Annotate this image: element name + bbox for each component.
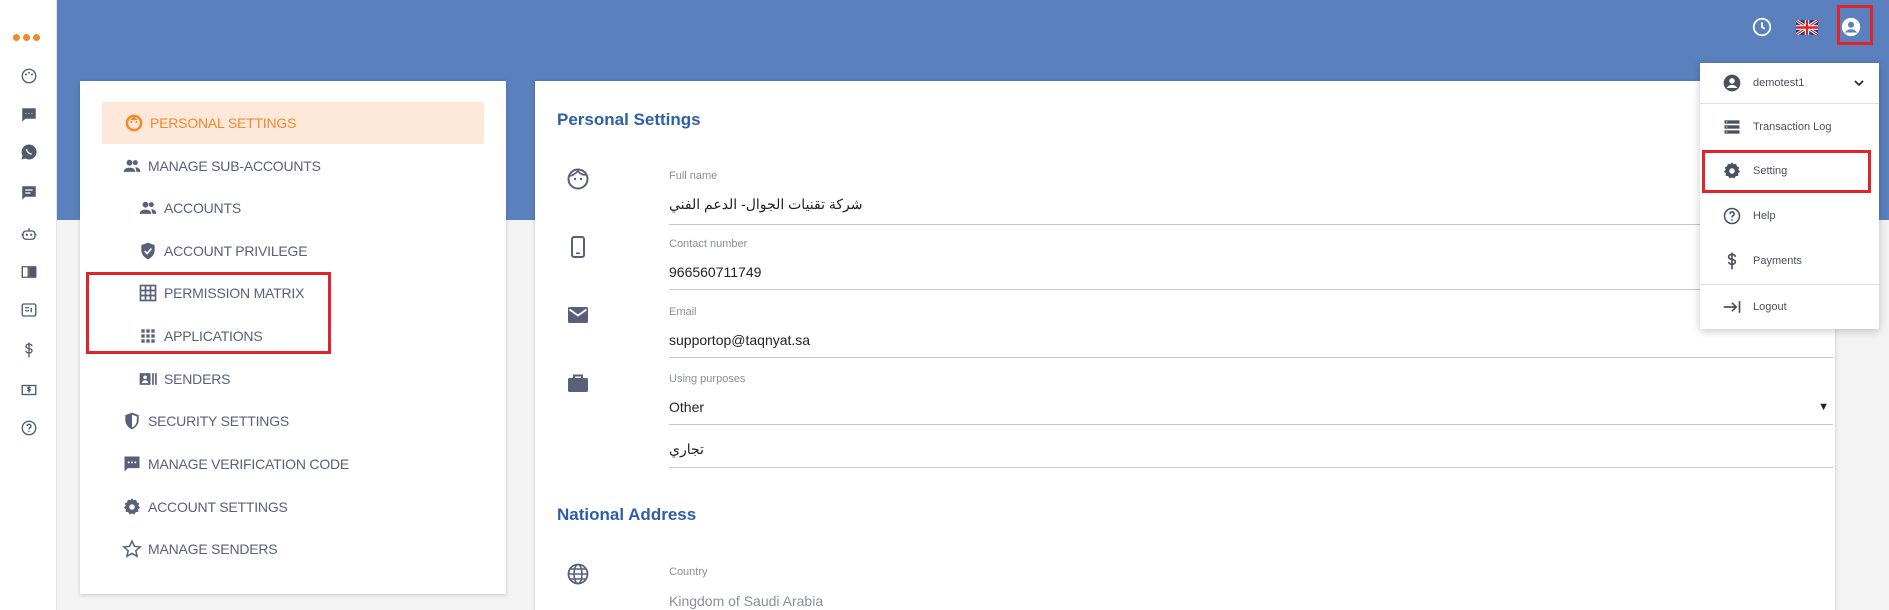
bot-icon[interactable] (19, 224, 39, 244)
face-icon (125, 114, 143, 132)
menu-manage-sub-accounts[interactable]: MANAGE SUB-ACCOUNTS (122, 145, 321, 187)
book-icon[interactable] (19, 262, 39, 282)
apps-icon (141, 329, 155, 343)
dropdown-transaction-log[interactable]: Transaction Log (1700, 107, 1879, 147)
gear-icon (1723, 162, 1741, 179)
menu-manage-senders[interactable]: MANAGE SENDERS (122, 528, 278, 570)
email-icon (565, 302, 591, 328)
email-field[interactable]: supportop@taqnyat.sa (669, 332, 1833, 358)
menu-label: Logout (1753, 301, 1787, 313)
contact-number-label: Contact number (669, 238, 748, 250)
full-name-underline (669, 224, 1833, 225)
menu-personal-settings[interactable]: PERSONAL SETTINGS (102, 102, 484, 144)
menu-label: Help (1753, 210, 1776, 222)
sms-icon[interactable] (19, 105, 39, 125)
menu-label: MANAGE SUB-ACCOUNTS (148, 158, 321, 174)
menu-security-settings[interactable]: SECURITY SETTINGS (122, 400, 289, 442)
menu-label: PERMISSION MATRIX (164, 285, 305, 301)
username-label: demotest1 (1753, 77, 1805, 89)
logo-dots-icon[interactable] (13, 34, 40, 41)
sms-dots-icon (124, 456, 140, 472)
menu-label: ACCOUNTS (164, 200, 241, 216)
contact-card-icon (139, 373, 157, 385)
phone-icon (565, 234, 591, 260)
dropdown-username[interactable]: demotest1 (1700, 63, 1879, 103)
history-icon[interactable] (1749, 14, 1775, 40)
menu-label: Setting (1753, 165, 1788, 177)
dropdown-divider (1700, 103, 1879, 104)
globe-icon (565, 561, 591, 587)
page-title: Personal Settings (557, 110, 701, 129)
security-shield-icon (125, 412, 139, 430)
user-dropdown-menu: demotest1 Transaction Log Setting Help P… (1700, 63, 1879, 329)
dropdown-divider (1700, 284, 1879, 285)
report-icon[interactable] (19, 300, 39, 320)
help-icon[interactable] (19, 418, 39, 438)
menu-account-privilege[interactable]: ACCOUNT PRIVILEGE (138, 230, 308, 272)
people-icon (123, 159, 141, 172)
dropdown-setting[interactable]: Setting (1700, 151, 1879, 191)
menu-label: PERSONAL SETTINGS (150, 115, 297, 131)
national-address-title: National Address (557, 505, 697, 524)
full-name-value[interactable]: شركة تقنيات الجوال- الدعم الفني (669, 196, 863, 222)
uk-flag-icon[interactable] (1794, 14, 1820, 40)
menu-label: MANAGE SENDERS (148, 541, 278, 557)
verified-shield-icon (141, 242, 155, 260)
menu-label: Transaction Log (1753, 121, 1832, 133)
chevron-down-icon[interactable] (1851, 75, 1867, 91)
palette-icon[interactable] (19, 66, 39, 86)
menu-label: SENDERS (164, 371, 231, 387)
using-purposes-label: Using purposes (669, 373, 746, 385)
account-circle-icon[interactable] (1838, 14, 1864, 40)
dropdown-logout[interactable]: Logout (1700, 287, 1879, 327)
menu-label: ACCOUNT SETTINGS (148, 499, 288, 515)
logout-arrow-icon (1723, 301, 1741, 313)
dropdown-arrow-icon: ▼ (1818, 401, 1829, 413)
dollar-icon[interactable] (19, 340, 39, 360)
menu-label: Payments (1753, 255, 1802, 267)
menu-label: ACCOUNT PRIVILEGE (164, 243, 308, 259)
account-circle-icon (1723, 74, 1741, 92)
dropdown-payments[interactable]: Payments (1700, 241, 1879, 281)
people-icon (139, 201, 157, 214)
face-outline-icon (565, 166, 591, 192)
icon-rail (0, 0, 57, 610)
dollar-icon (1727, 252, 1737, 270)
menu-permission-matrix[interactable]: PERMISSION MATRIX (138, 272, 304, 314)
email-label: Email (669, 306, 697, 318)
using-purposes-select[interactable]: Other ▼ (669, 399, 1833, 425)
country-label: Country (669, 566, 708, 578)
personal-settings-card: Personal Settings Full name شركة تقنيات … (535, 81, 1835, 610)
contact-number-field[interactable]: 966560711749 (669, 264, 1833, 290)
chat-icon[interactable] (19, 183, 39, 203)
gear-icon (123, 498, 141, 515)
using-purposes-extra-field[interactable]: تجاري (669, 441, 1833, 468)
using-purposes-value: Other (669, 399, 705, 415)
menu-senders[interactable]: SENDERS (138, 358, 230, 400)
menu-label: MANAGE VERIFICATION CODE (148, 456, 350, 472)
country-field[interactable]: Kingdom of Saudi Arabia (669, 593, 1833, 610)
menu-accounts[interactable]: ACCOUNTS (138, 187, 241, 229)
menu-label: SECURITY SETTINGS (148, 413, 290, 429)
whatsapp-icon[interactable] (19, 142, 39, 162)
list-icon (1724, 120, 1740, 134)
full-name-label: Full name (669, 170, 718, 182)
menu-account-settings[interactable]: ACCOUNT SETTINGS (122, 486, 288, 528)
menu-applications[interactable]: APPLICATIONS (138, 315, 263, 357)
menu-manage-verification-code[interactable]: MANAGE VERIFICATION CODE (122, 443, 349, 485)
invoice-icon[interactable] (19, 380, 39, 400)
briefcase-icon (565, 370, 591, 396)
grid-icon (139, 284, 157, 302)
star-icon (122, 539, 142, 558)
help-icon (1723, 207, 1741, 225)
menu-label: APPLICATIONS (164, 328, 263, 344)
settings-menu-card: PERSONAL SETTINGS MANAGE SUB-ACCOUNTS AC… (80, 81, 506, 594)
dropdown-help[interactable]: Help (1700, 196, 1879, 236)
